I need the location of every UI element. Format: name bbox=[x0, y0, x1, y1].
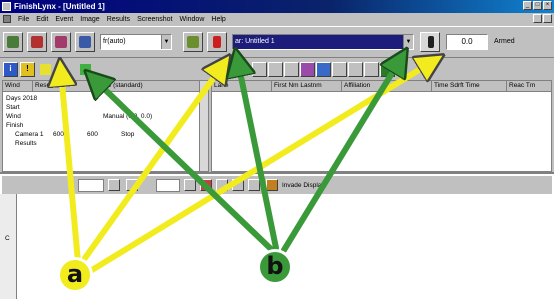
callout-b-badge: b bbox=[257, 249, 293, 285]
callout-b-arrow bbox=[281, 60, 400, 253]
callout-a-arrow bbox=[61, 72, 81, 265]
callout-a-badge: a bbox=[57, 257, 93, 293]
finishlynx-window: FinishLynx - [Untitled 1] _ □ × File Edi… bbox=[0, 0, 554, 299]
